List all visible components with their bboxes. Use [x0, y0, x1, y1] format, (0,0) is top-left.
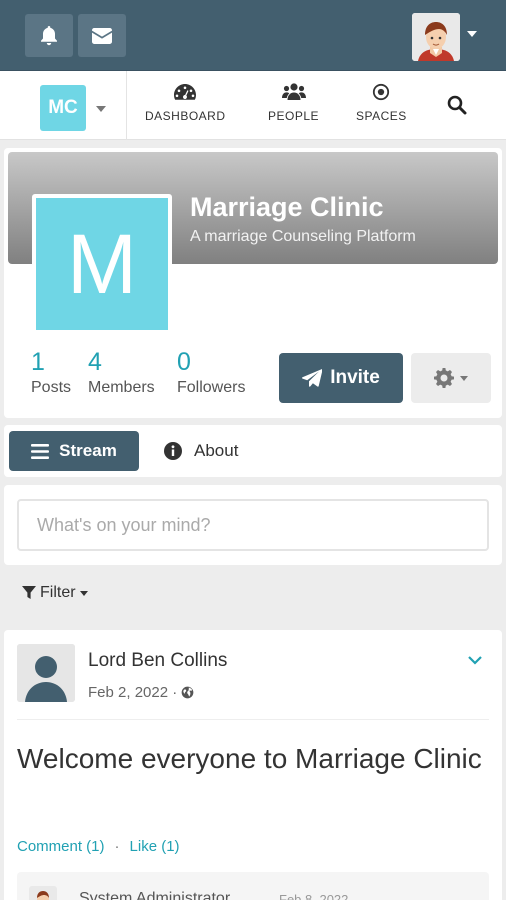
- stat-followers-value: 0: [177, 348, 191, 376]
- user-menu-caret-icon[interactable]: [467, 31, 477, 37]
- bell-icon: [41, 25, 57, 45]
- stat-posts[interactable]: 1 Posts: [31, 348, 71, 397]
- tab-stream-label: Stream: [59, 441, 117, 460]
- stat-posts-label: Posts: [31, 379, 72, 396]
- envelope-icon: [92, 27, 112, 44]
- stat-members-label: Members: [88, 379, 155, 396]
- notifications-button[interactable]: [25, 14, 73, 57]
- comment-avatar-icon: [29, 886, 57, 900]
- filter-dropdown[interactable]: Filter: [22, 584, 88, 602]
- stat-followers-label: Followers: [177, 379, 246, 396]
- comment-author-name[interactable]: System Administrator: [79, 890, 230, 900]
- chevron-down-icon: [468, 656, 482, 665]
- post-composer: [4, 485, 502, 565]
- space-subtitle: A marriage Counseling Platform: [190, 228, 416, 245]
- paper-plane-icon: [302, 369, 323, 387]
- space-image: M: [32, 194, 172, 334]
- post-author-avatar[interactable]: [17, 644, 75, 702]
- filter-label: Filter: [40, 584, 76, 601]
- post-card: Lord Ben Collins Feb 2, 2022 · Welcome e…: [4, 630, 502, 900]
- space-title: Marriage Clinic: [190, 192, 384, 222]
- stat-posts-value: 1: [31, 348, 45, 376]
- globe-icon: [181, 686, 194, 699]
- nav-item-people[interactable]: PEOPLE: [268, 83, 319, 131]
- action-separator: ·: [114, 838, 120, 855]
- comment-date: Feb 8, 2022: [279, 892, 349, 900]
- comment-author-avatar[interactable]: [29, 886, 57, 900]
- info-circle-icon: [164, 442, 182, 460]
- like-link[interactable]: Like (1): [130, 838, 180, 855]
- nav-item-spaces[interactable]: SPACES: [356, 83, 407, 131]
- top-bar: [0, 0, 506, 70]
- tab-stream[interactable]: Stream: [9, 431, 139, 471]
- space-settings-button[interactable]: [411, 353, 491, 403]
- post-author-name[interactable]: Lord Ben Collins: [88, 650, 227, 672]
- space-header-card: M Marriage Clinic A marriage Counseling …: [4, 148, 502, 418]
- post-message: Welcome everyone to Marriage Clinic: [17, 743, 482, 774]
- stat-followers[interactable]: 0 Followers: [177, 348, 245, 397]
- space-chooser-caret-icon[interactable]: [96, 106, 106, 112]
- user-avatar-icon: [412, 13, 460, 61]
- default-user-icon: [17, 644, 75, 702]
- filter-caret-icon: [79, 590, 88, 596]
- search-icon: [447, 95, 467, 115]
- messages-button[interactable]: [78, 14, 126, 57]
- tab-about[interactable]: About: [164, 431, 238, 471]
- space-tabs: Stream About: [4, 425, 502, 477]
- comment-item: System Administrator Feb 8, 2022: [17, 872, 489, 900]
- space-initials: MC: [48, 97, 78, 118]
- post-divider: [17, 719, 489, 720]
- space-chooser[interactable]: MC: [40, 85, 86, 131]
- people-icon: [281, 83, 306, 100]
- invite-button[interactable]: Invite: [279, 353, 403, 403]
- gear-icon: [434, 368, 454, 388]
- nav-divider: [126, 71, 127, 140]
- bars-icon: [31, 443, 50, 459]
- user-avatar[interactable]: [412, 13, 460, 61]
- stat-members-value: 4: [88, 348, 102, 376]
- nav-item-dashboard[interactable]: DASHBOARD: [145, 83, 226, 131]
- post-actions: Comment (1) · Like (1): [17, 838, 180, 855]
- filter-icon: [22, 586, 36, 599]
- search-button[interactable]: [447, 95, 467, 120]
- invite-label: Invite: [330, 367, 380, 388]
- nav-label-dashboard: DASHBOARD: [145, 109, 226, 123]
- settings-caret-icon: [460, 375, 468, 381]
- nav-label-people: PEOPLE: [268, 109, 320, 123]
- post-input[interactable]: [17, 499, 489, 551]
- comment-link[interactable]: Comment (1): [17, 838, 105, 855]
- space-image-letter: M: [67, 216, 137, 311]
- dashboard-icon: [174, 84, 197, 100]
- stat-members[interactable]: 4 Members: [88, 348, 155, 397]
- post-meta: Feb 2, 2022 ·: [88, 684, 194, 701]
- nav-label-spaces: SPACES: [356, 109, 407, 123]
- post-options-button[interactable]: [467, 652, 483, 670]
- tab-about-label: About: [194, 441, 239, 460]
- space-nav-bar: MC DASHBOARD PEOPLE SPACES: [0, 70, 506, 140]
- post-date[interactable]: Feb 2, 2022 ·: [88, 684, 177, 701]
- spaces-icon: [373, 83, 390, 101]
